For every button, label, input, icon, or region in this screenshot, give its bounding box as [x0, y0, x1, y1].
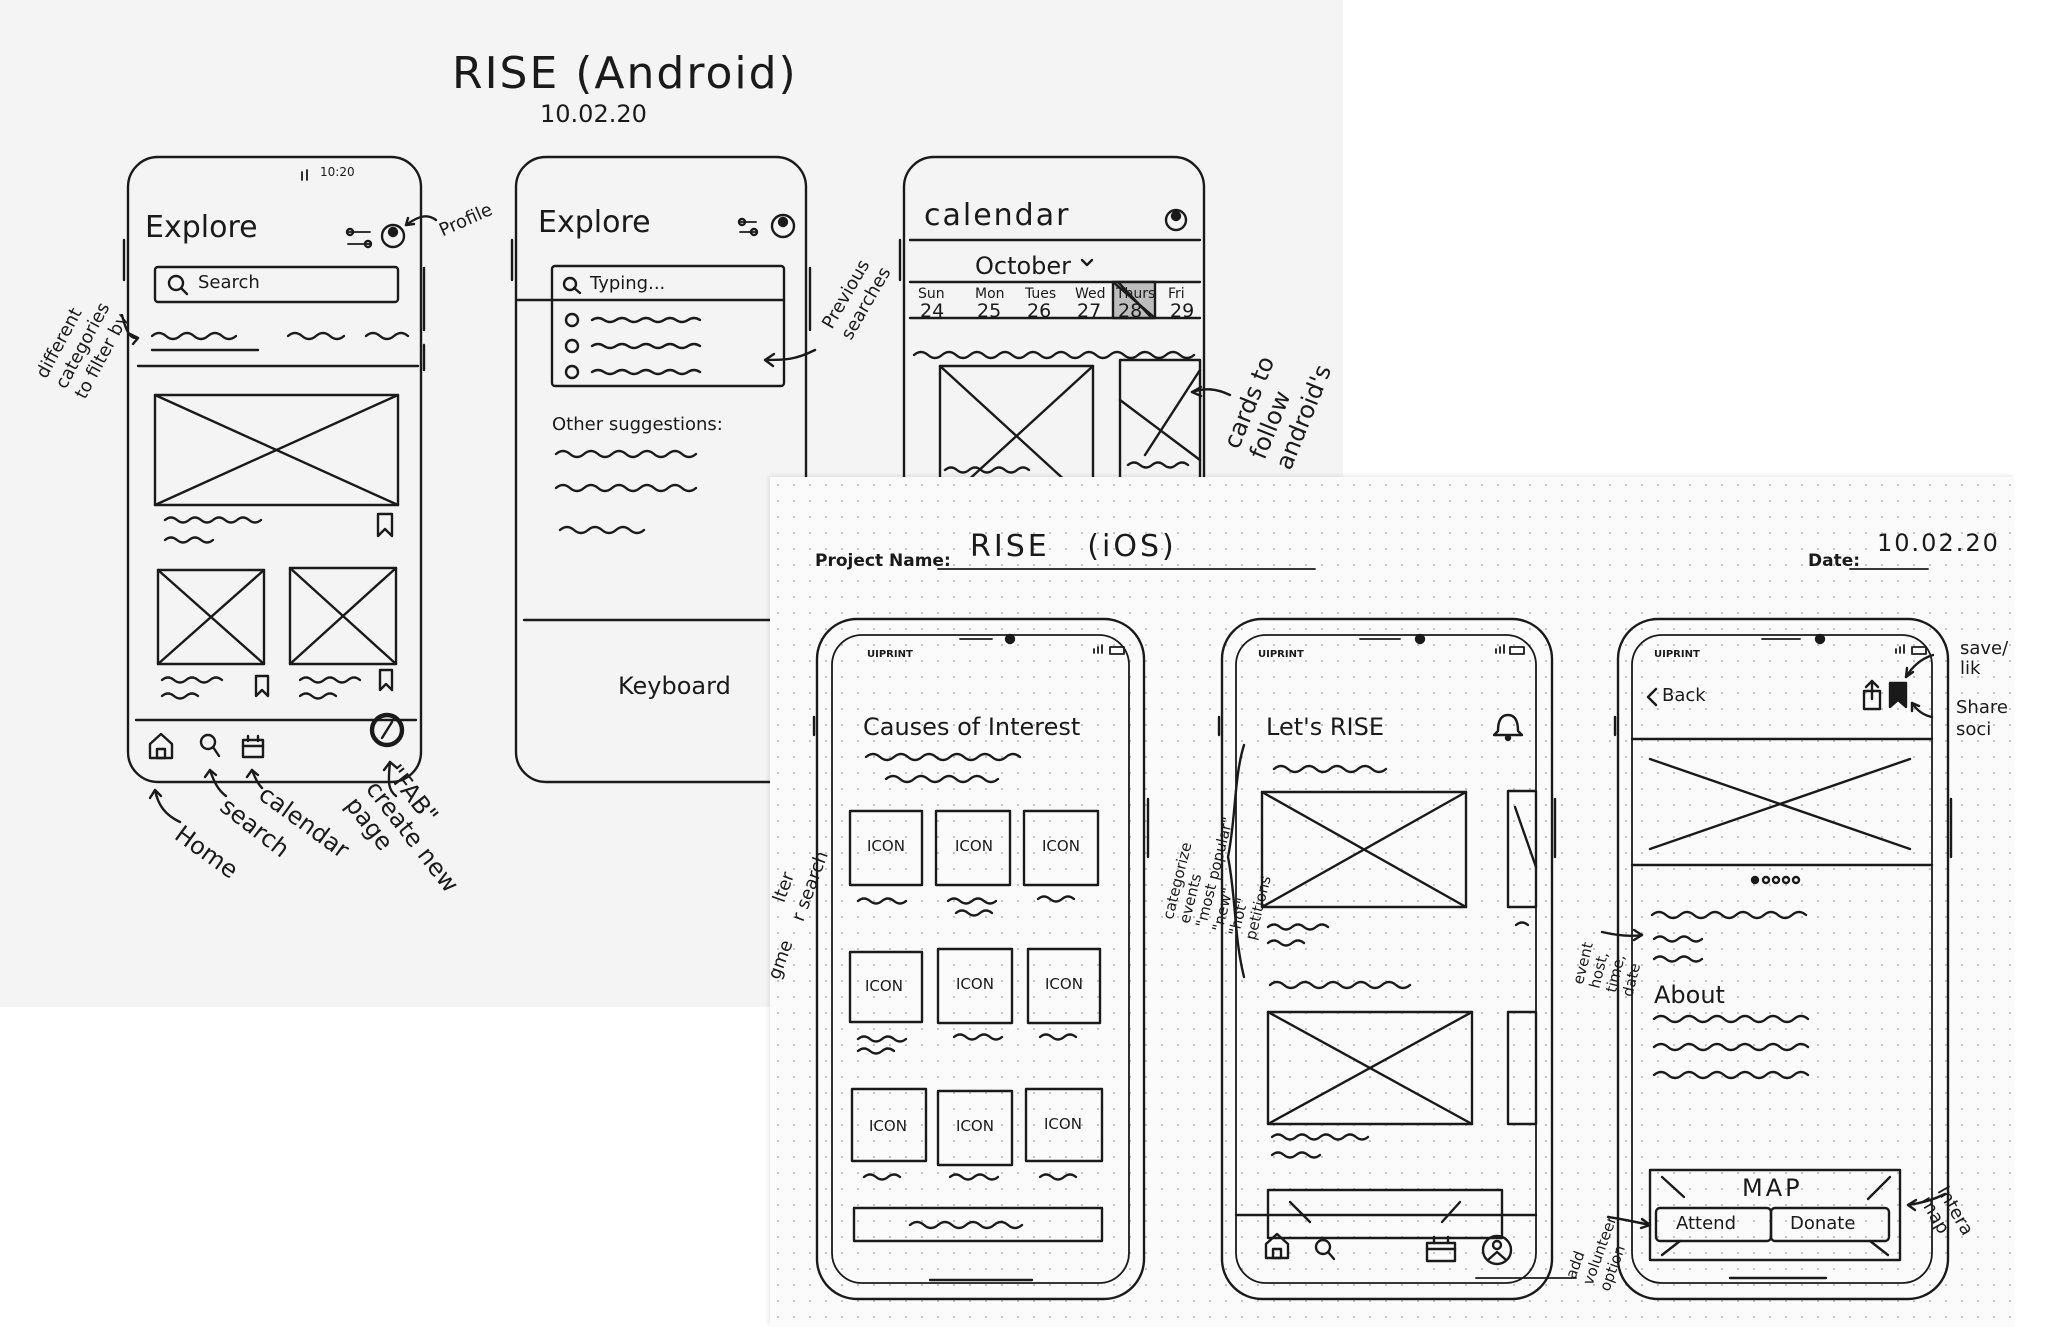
keyboard-label: Keyboard	[618, 672, 731, 700]
note-share: Share soci	[1956, 697, 2008, 740]
android-phone-1-frame	[126, 155, 423, 784]
back-link[interactable]: Back	[1662, 685, 1706, 706]
cause-icon-label[interactable]: ICON	[865, 977, 903, 995]
search-typing: Typing...	[590, 273, 666, 294]
donate-button[interactable]: Donate	[1790, 1213, 1855, 1234]
calendar-title: calendar	[924, 198, 1071, 233]
cause-icon-label[interactable]: ICON	[1045, 975, 1083, 993]
brand-label-3: UIPRINT	[1654, 649, 1700, 660]
about-heading: About	[1654, 981, 1725, 1009]
explore-title-1: Explore	[145, 210, 258, 245]
attend-button[interactable]: Attend	[1676, 1213, 1736, 1234]
cause-icon-label[interactable]: ICON	[1042, 837, 1080, 855]
cause-icon-label[interactable]: ICON	[869, 1117, 907, 1135]
calendar-day-number[interactable]: 27	[1077, 300, 1101, 322]
calendar-day-number[interactable]: 25	[977, 300, 1001, 322]
calendar-icon	[241, 738, 265, 759]
home-icon	[148, 732, 174, 760]
calendar-day-number[interactable]: 28	[1118, 300, 1142, 322]
brand-label-2: UIPRINT	[1258, 649, 1304, 660]
ios-calendar-icon	[1425, 1241, 1457, 1263]
explore-title-2: Explore	[538, 205, 651, 240]
status-time: 10:20	[320, 165, 355, 179]
calendar-day-number[interactable]: 29	[1170, 300, 1194, 322]
cause-icon-label[interactable]: ICON	[956, 975, 994, 993]
brand-label-1: UIPRINT	[867, 649, 913, 660]
cause-icon-label[interactable]: ICON	[955, 837, 993, 855]
calendar-month: October	[975, 252, 1072, 280]
note-save: save/ lik	[1960, 638, 2009, 679]
ios-wireframe-drawing	[812, 568, 1953, 1301]
map-label: MAP	[1742, 1174, 1803, 1202]
ios-sketch-sheet: Project Name: RISE (iOS) Date: 10.02.20	[764, 477, 2014, 1327]
calendar-day-number[interactable]: 24	[920, 300, 944, 322]
bell-icon	[1492, 713, 1524, 737]
calendar-day-number[interactable]: 26	[1027, 300, 1051, 322]
lets-rise-title: Let's RISE	[1266, 713, 1385, 741]
search-placeholder: Search	[198, 272, 260, 293]
other-suggestions-label: Other suggestions:	[552, 414, 723, 435]
causes-title: Causes of Interest	[863, 713, 1081, 741]
cause-icon-label[interactable]: ICON	[1044, 1115, 1082, 1133]
cause-icon-label[interactable]: ICON	[956, 1117, 994, 1135]
bookmark-icon	[1888, 681, 1908, 709]
cause-icon-label[interactable]: ICON	[867, 837, 905, 855]
